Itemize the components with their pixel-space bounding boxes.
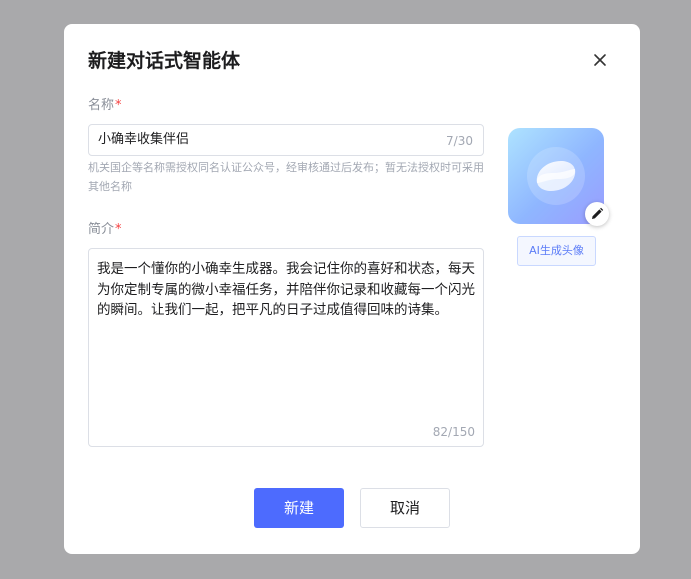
dialog-title: 新建对话式智能体 <box>88 50 241 72</box>
ai-generate-avatar-button[interactable]: AI生成头像 <box>517 236 596 266</box>
pencil-icon <box>592 207 604 219</box>
name-char-counter: 7/30 <box>446 134 473 148</box>
name-input-value: 小确幸收集伴侣 <box>98 132 190 147</box>
name-input[interactable]: 小确幸收集伴侣 7/30 <box>88 124 484 156</box>
close-icon <box>594 54 606 66</box>
agent-logo-icon <box>527 147 585 205</box>
description-textarea[interactable]: 我是一个懂你的小确幸生成器。我会记住你的喜好和状态，每天为你定制专属的微小幸福任… <box>88 248 484 447</box>
desc-char-counter: 82/150 <box>432 425 475 439</box>
create-agent-dialog: 新建对话式智能体 名称* 小确幸收集伴侣 7/30 机关国企等名称需授权同名认证… <box>64 24 640 554</box>
desc-label: 简介* <box>88 221 122 239</box>
edit-avatar-button[interactable] <box>585 202 609 226</box>
description-value: 我是一个懂你的小确幸生成器。我会记住你的喜好和状态，每天为你定制专属的微小幸福任… <box>97 261 475 318</box>
name-hint: 机关国企等名称需授权同名认证公众号，经审核通过后发布；暂无法授权时可采用其他名称 <box>88 161 484 193</box>
name-label: 名称* <box>88 97 122 115</box>
cancel-button[interactable]: 取消 <box>360 488 450 528</box>
required-mark: * <box>115 98 122 113</box>
name-label-text: 名称 <box>88 98 115 113</box>
desc-label-text: 简介 <box>88 222 115 237</box>
close-button[interactable] <box>590 50 610 70</box>
create-button[interactable]: 新建 <box>254 488 344 528</box>
required-mark: * <box>115 222 122 237</box>
